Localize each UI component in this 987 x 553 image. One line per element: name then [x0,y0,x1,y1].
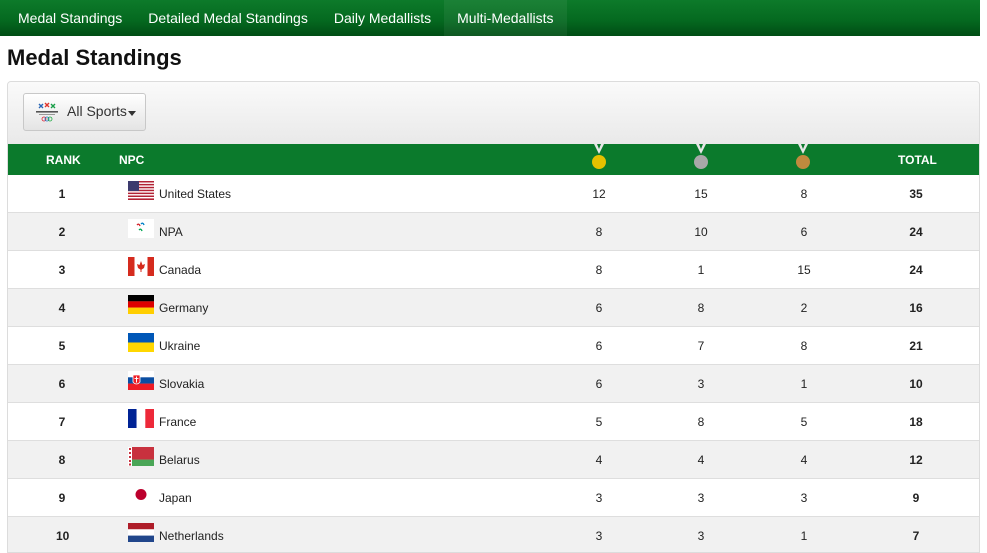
silver-count: 3 [697,377,705,391]
total-count: 24 [909,225,923,239]
table-row[interactable]: 2 NPA 8 10 6 24 [8,213,979,251]
silver-count: 7 [697,339,705,353]
rank-cell: 4 [58,301,66,315]
total-count: 16 [909,301,923,315]
rank-cell: 1 [58,187,66,201]
bronze-count: 15 [797,263,811,277]
rank-cell: 6 [58,377,66,391]
country-name[interactable]: Germany [159,301,208,315]
caret-down-icon [128,111,136,116]
rank-cell: 2 [58,225,66,239]
rank-cell: 9 [58,491,66,505]
column-header-npc[interactable]: NPC [119,153,144,167]
gold-count: 3 [595,491,603,505]
flag-ukraine-icon [128,333,154,352]
bronze-medal-icon[interactable] [794,144,812,172]
bronze-count: 2 [800,301,808,315]
rank-cell: 7 [58,415,66,429]
table-row[interactable]: 4 Germany 6 8 2 16 [8,289,979,327]
country-name[interactable]: Slovakia [159,377,204,391]
flag-usa-icon [128,181,154,200]
bronze-count: 1 [800,529,808,543]
medal-standings-panel: All Sports RANK NPC TOTAL 1 United State… [7,81,980,553]
silver-medal-icon[interactable] [692,144,710,172]
gold-count: 4 [595,453,603,467]
total-count: 9 [912,491,920,505]
country-name[interactable]: Belarus [159,453,200,467]
table-row[interactable]: 7 France 5 8 5 18 [8,403,979,441]
table-row[interactable]: 8 Belarus 4 4 4 12 [8,441,979,479]
gold-count: 6 [595,377,603,391]
total-count: 12 [909,453,923,467]
flag-slovakia-icon [128,371,154,390]
country-name[interactable]: Netherlands [159,529,224,543]
country-name[interactable]: Japan [159,491,192,505]
rank-cell: 5 [58,339,66,353]
country-name[interactable]: France [159,415,196,429]
table-row[interactable]: 9 Japan 3 3 3 9 [8,479,979,517]
sport-filter-label: All Sports [67,103,127,119]
silver-count: 3 [697,491,705,505]
gold-medal-icon[interactable] [590,144,608,172]
silver-count: 8 [697,415,705,429]
table-header: RANK NPC TOTAL [8,144,979,175]
table-row[interactable]: 1 United States 12 15 8 35 [8,175,979,213]
total-count: 24 [909,263,923,277]
rank-cell: 10 [56,529,70,543]
total-count: 10 [909,377,923,391]
total-count: 35 [909,187,923,201]
bronze-count: 5 [800,415,808,429]
sport-filter-dropdown[interactable]: All Sports [23,93,146,131]
paralympic-agitos-icon [128,219,154,238]
gold-count: 8 [595,263,603,277]
silver-count: 15 [694,187,708,201]
silver-count: 1 [697,263,705,277]
rank-cell: 8 [58,453,66,467]
bronze-count: 8 [800,339,808,353]
column-header-rank[interactable]: RANK [46,153,81,167]
country-name[interactable]: United States [159,187,231,201]
rank-cell: 3 [58,263,66,277]
flag-germany-icon [128,295,154,314]
country-name[interactable]: Ukraine [159,339,200,353]
silver-count: 3 [697,529,705,543]
gold-count: 5 [595,415,603,429]
total-count: 18 [909,415,923,429]
nav-medal-standings[interactable]: Medal Standings [0,0,135,36]
gold-count: 6 [595,339,603,353]
filter-bar: All Sports [8,82,979,144]
flag-belarus-icon [128,447,154,466]
bronze-count: 4 [800,453,808,467]
silver-count: 10 [694,225,708,239]
table-row[interactable]: 10 Netherlands 3 3 1 7 [8,517,979,552]
bronze-count: 6 [800,225,808,239]
bronze-count: 3 [800,491,808,505]
nav-multi-medallists[interactable]: Multi-Medallists [444,0,567,36]
gold-count: 3 [595,529,603,543]
bronze-count: 8 [800,187,808,201]
pyeongchang-2018-paralympics-logo-icon [36,102,58,122]
flag-japan-icon [128,485,154,504]
silver-count: 8 [697,301,705,315]
table-row[interactable]: 3 Canada 8 1 15 24 [8,251,979,289]
flag-france-icon [128,409,154,428]
nav-detailed-medal-standings[interactable]: Detailed Medal Standings [135,0,321,36]
table-row[interactable]: 5 Ukraine 6 7 8 21 [8,327,979,365]
gold-count: 6 [595,301,603,315]
bronze-count: 1 [800,377,808,391]
flag-netherlands-icon [128,523,154,542]
gold-count: 8 [595,225,603,239]
silver-count: 4 [697,453,705,467]
total-count: 7 [912,529,920,543]
flag-canada-icon [128,257,154,276]
page-title: Medal Standings [7,45,182,70]
top-navigation: Medal Standings Detailed Medal Standings… [0,0,980,36]
country-name[interactable]: Canada [159,263,201,277]
table-row[interactable]: 6 Slovakia 6 3 1 10 [8,365,979,403]
country-name[interactable]: NPA [159,225,183,239]
nav-daily-medallists[interactable]: Daily Medallists [321,0,444,36]
column-header-total[interactable]: TOTAL [898,153,937,167]
gold-count: 12 [592,187,606,201]
total-count: 21 [909,339,923,353]
